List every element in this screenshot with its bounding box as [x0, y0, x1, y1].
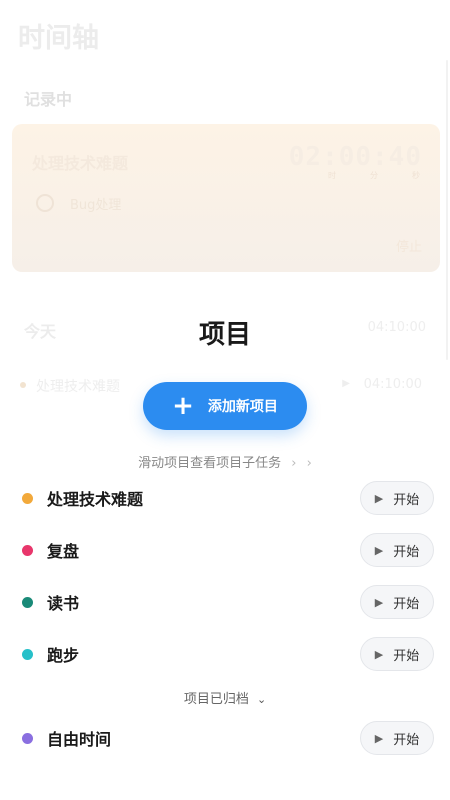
- project-item[interactable]: 处理技术难题 ▶ 开始: [0, 478, 450, 518]
- start-button[interactable]: ▶ 开始: [360, 481, 434, 515]
- project-name: 跑步: [47, 646, 80, 665]
- background-timer: 02:00:40: [288, 142, 422, 172]
- background-timeline-screen: 时间轴 记录中 处理技术难题 02:00:40 时 分 秒 Bug处理 停止 今…: [0, 0, 450, 430]
- timer-unit-hours: 时: [328, 171, 336, 180]
- background-row-play-icon: ▶: [342, 378, 350, 389]
- project-item[interactable]: 读书 ▶ 开始: [0, 582, 450, 622]
- chevron-right-icon: ›: [306, 456, 312, 471]
- background-timer-units: 时 分 秒: [328, 170, 420, 181]
- start-label: 开始: [393, 596, 420, 612]
- start-button[interactable]: ▶ 开始: [360, 721, 434, 755]
- add-project-button[interactable]: + 添加新项目: [143, 382, 307, 430]
- swipe-hint: 滑动项目查看项目子任务 › ›: [0, 452, 450, 471]
- project-color-dot: [22, 648, 33, 660]
- archived-project-item[interactable]: 自由时间 ▶ 开始: [0, 718, 450, 758]
- project-item[interactable]: 复盘 ▶ 开始: [0, 530, 450, 570]
- play-icon: ▶: [374, 491, 384, 505]
- start-button[interactable]: ▶ 开始: [360, 533, 434, 567]
- swipe-hint-text: 滑动项目查看项目子任务: [138, 456, 282, 471]
- play-icon: ▶: [374, 595, 384, 609]
- project-name: 复盘: [47, 542, 80, 561]
- background-task-label: Bug处理: [70, 198, 122, 213]
- add-project-label: 添加新项目: [207, 399, 278, 415]
- background-row-time: 04:10:00: [363, 377, 422, 392]
- background-recording-label: 记录中: [24, 90, 73, 109]
- project-name: 处理技术难题: [47, 490, 144, 509]
- project-color-dot: [22, 544, 33, 556]
- project-name: 读书: [47, 594, 80, 613]
- plus-icon: +: [172, 391, 194, 421]
- background-title: 时间轴: [18, 23, 99, 54]
- start-label: 开始: [393, 732, 420, 748]
- chevron-down-icon: ⌄: [256, 693, 267, 706]
- chevron-right-icon: ›: [291, 456, 297, 471]
- archived-toggle[interactable]: 项目已归档 ⌄: [0, 688, 450, 707]
- project-name: 自由时间: [47, 730, 112, 749]
- start-button[interactable]: ▶ 开始: [360, 585, 434, 619]
- background-recording-card: 处理技术难题 02:00:40 时 分 秒 Bug处理 停止: [12, 124, 440, 272]
- sheet-title: 项目: [198, 320, 251, 350]
- play-icon: ▶: [374, 647, 384, 661]
- start-label: 开始: [393, 492, 420, 508]
- background-stop-label: 停止: [395, 240, 422, 255]
- background-card-title: 处理技术难题: [32, 154, 129, 173]
- project-color-dot: [22, 732, 33, 744]
- project-color-dot: [22, 492, 33, 504]
- start-label: 开始: [393, 648, 420, 664]
- project-item[interactable]: 跑步 ▶ 开始: [0, 634, 450, 674]
- background-row-dot: [20, 382, 26, 388]
- background-row-label: 处理技术难题: [36, 379, 120, 395]
- timer-unit-seconds: 秒: [412, 171, 420, 180]
- background-task-checkbox-icon: [36, 194, 54, 212]
- project-color-dot: [22, 596, 33, 608]
- play-icon: ▶: [374, 731, 384, 745]
- play-icon: ▶: [374, 543, 384, 557]
- start-label: 开始: [393, 544, 420, 560]
- start-button[interactable]: ▶ 开始: [360, 637, 434, 671]
- timer-unit-minutes: 分: [370, 171, 378, 180]
- archived-label: 项目已归档: [183, 692, 249, 707]
